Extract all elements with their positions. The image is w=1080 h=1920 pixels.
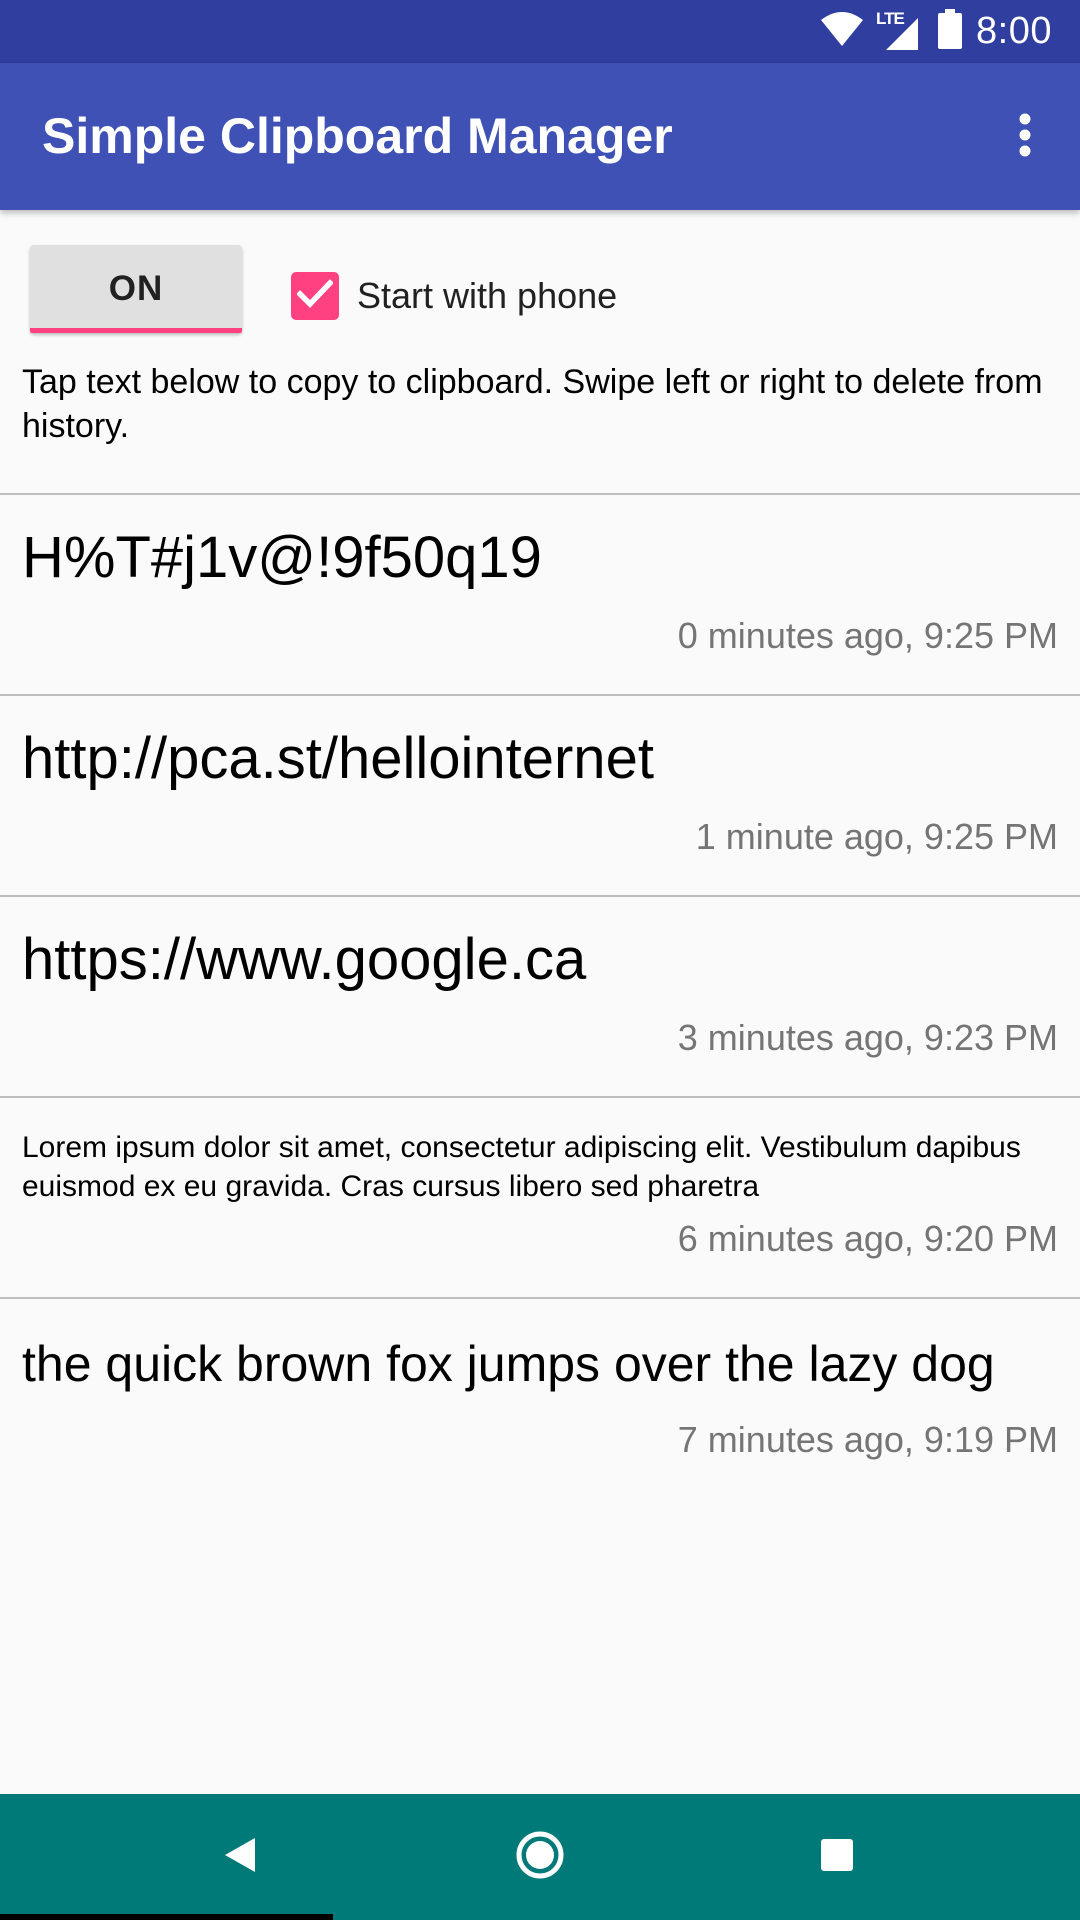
nav-back-button[interactable]	[200, 1822, 280, 1892]
clip-item[interactable]: the quick brown fox jumps over the lazy …	[0, 1299, 1080, 1498]
service-toggle-button[interactable]: ON	[30, 245, 242, 333]
instructions-text: Tap text below to copy to clipboard. Swi…	[22, 363, 1043, 445]
home-icon	[515, 1830, 565, 1885]
back-icon	[223, 1836, 257, 1879]
more-vert-icon	[1018, 113, 1032, 162]
network-type-label: LTE	[876, 8, 905, 28]
clip-text: the quick brown fox jumps over the lazy …	[22, 1336, 995, 1392]
app-bar: Simple Clipboard Manager	[0, 63, 1080, 210]
clip-item[interactable]: Lorem ipsum dolor sit amet, consectetur …	[0, 1098, 1080, 1299]
clip-timestamp: 3 minutes ago, 9:23 PM	[677, 1017, 1058, 1058]
nav-home-button[interactable]	[500, 1822, 580, 1892]
status-icons: LTE 8:00	[820, 0, 1052, 63]
clip-item[interactable]: https://www.google.ca 3 minutes ago, 9:2…	[0, 897, 1080, 1098]
check-icon	[296, 278, 334, 314]
clip-text: https://www.google.ca	[22, 927, 587, 992]
cell-signal-icon: LTE	[876, 8, 924, 54]
nav-recents-button[interactable]	[797, 1822, 877, 1892]
clip-timestamp: 6 minutes ago, 9:20 PM	[677, 1218, 1058, 1259]
toggle-label: ON	[108, 269, 164, 308]
status-bar: LTE 8:00	[0, 0, 1080, 63]
clip-item[interactable]: H%T#j1v@!9f50q19 0 minutes ago, 9:25 PM	[0, 495, 1080, 696]
clip-timestamp: 1 minute ago, 9:25 PM	[695, 816, 1058, 857]
toggle-on-indicator	[30, 328, 242, 333]
clip-timestamp: 0 minutes ago, 9:25 PM	[677, 615, 1058, 656]
clipboard-history-list: H%T#j1v@!9f50q19 0 minutes ago, 9:25 PM …	[0, 493, 1080, 1498]
clip-timestamp: 7 minutes ago, 9:19 PM	[677, 1419, 1058, 1460]
clip-item[interactable]: http://pca.st/hellointernet 1 minute ago…	[0, 696, 1080, 897]
wifi-icon	[820, 10, 864, 53]
recents-icon	[820, 1838, 854, 1877]
battery-icon	[938, 9, 963, 54]
nav-bar-progress	[0, 1914, 333, 1920]
clip-text: http://pca.st/hellointernet	[22, 726, 654, 791]
start-with-phone-checkbox[interactable]	[291, 272, 339, 320]
start-with-phone-label[interactable]: Start with phone	[357, 270, 617, 322]
overflow-menu-button[interactable]	[992, 99, 1058, 175]
clip-text: Lorem ipsum dolor sit amet, consectetur …	[22, 1131, 1021, 1203]
clip-text: H%T#j1v@!9f50q19	[22, 525, 542, 590]
app-title: Simple Clipboard Manager	[42, 108, 673, 164]
status-time: 8:00	[976, 10, 1052, 52]
system-nav-bar	[0, 1794, 1080, 1920]
